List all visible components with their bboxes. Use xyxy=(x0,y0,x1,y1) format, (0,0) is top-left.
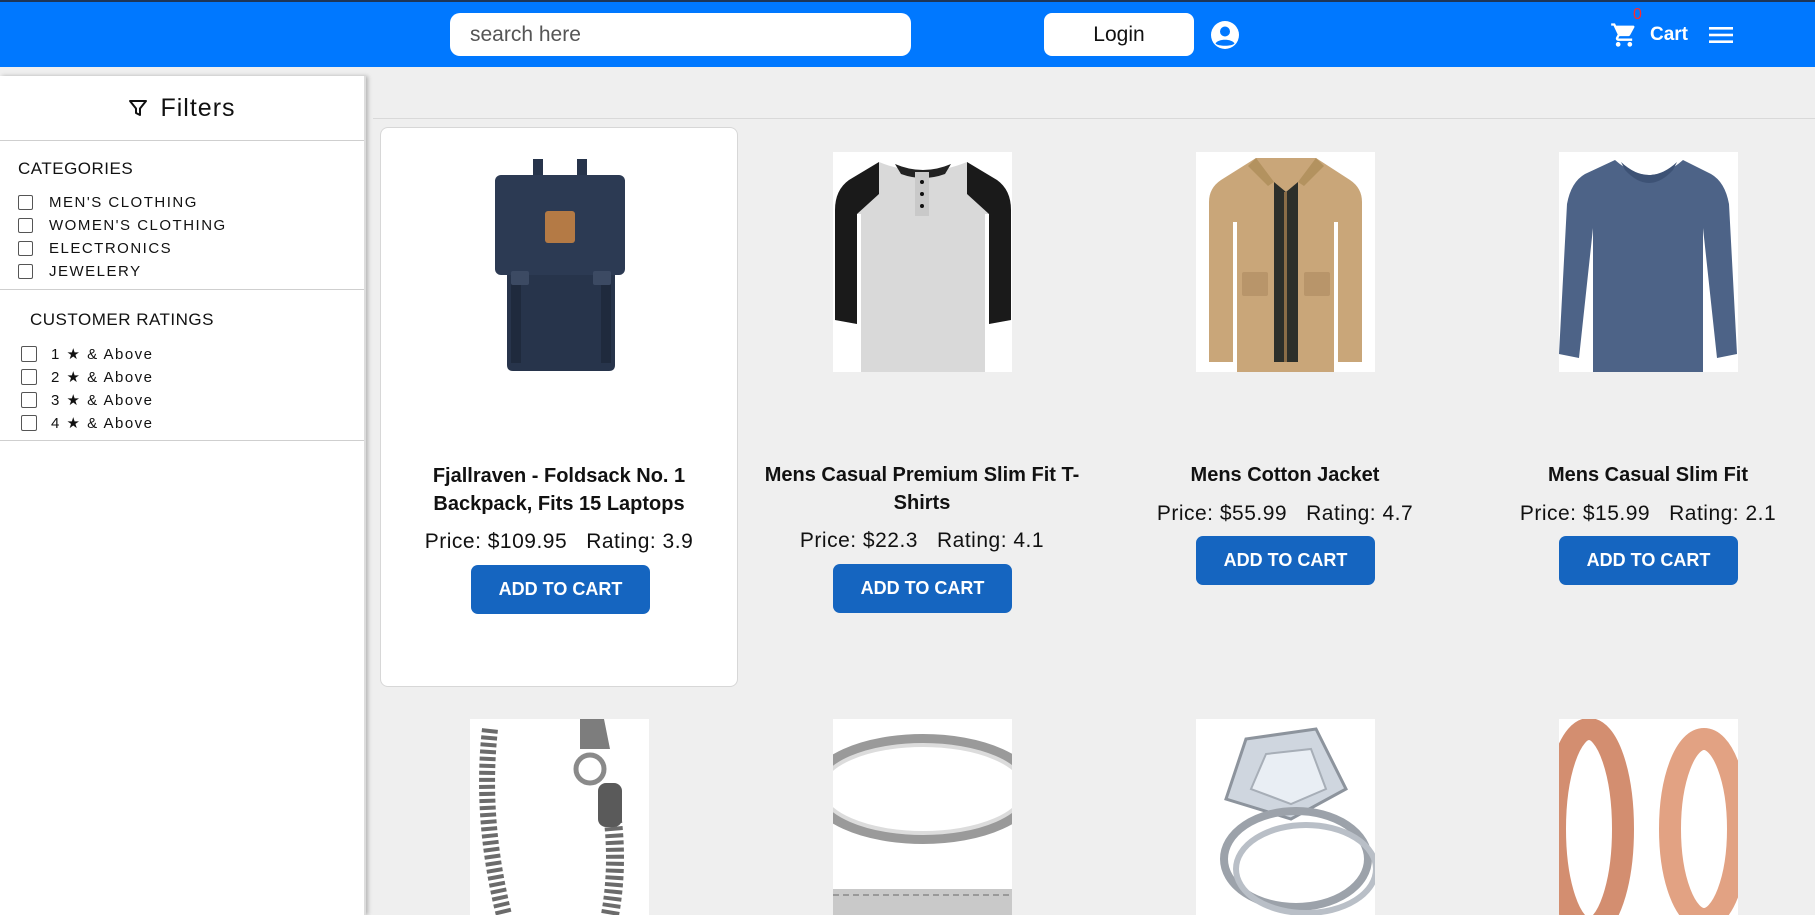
product-price: Price: $109.95 xyxy=(424,530,568,553)
product-image-ring[interactable] xyxy=(833,719,1012,915)
product-image-rose-gold-ring[interactable] xyxy=(1559,719,1738,915)
category-option-womens-clothing[interactable]: WOMEN'S CLOTHING xyxy=(0,214,364,237)
category-label: MEN'S CLOTHING xyxy=(49,194,198,211)
category-label: JEWELERY xyxy=(49,263,142,280)
category-option-jewelery[interactable]: JEWELERY xyxy=(0,260,364,283)
product-title: Mens Casual Slim Fit xyxy=(1547,464,1749,486)
product-rating: Rating: 4.7 xyxy=(1306,502,1414,525)
product-image-tshirt[interactable] xyxy=(833,152,1012,372)
product-card[interactable]: Mens Casual Slim Fit Price: $15.99 Ratin… xyxy=(1469,127,1815,687)
add-to-cart-button[interactable]: ADD TO CART xyxy=(471,565,650,614)
categories-section: CATEGORIES MEN'S CLOTHING WOMEN'S CLOTHI… xyxy=(0,141,364,290)
category-option-mens-clothing[interactable]: MEN'S CLOTHING xyxy=(0,191,364,214)
filter-icon xyxy=(129,100,148,116)
product-card[interactable]: Fjallraven - Foldsack No. 1 Backpack, Fi… xyxy=(380,127,738,687)
product-rating: Rating: 2.1 xyxy=(1669,502,1777,525)
product-price: Price: $22.3 xyxy=(799,529,918,552)
product-price: Price: $15.99 xyxy=(1519,502,1651,525)
user-account-icon[interactable] xyxy=(1210,20,1240,50)
search-input[interactable] xyxy=(450,13,911,56)
rating-label: 4 ★ & Above xyxy=(51,414,154,432)
login-button[interactable]: Login xyxy=(1044,13,1194,56)
filters-title: Filters xyxy=(160,93,236,122)
checkbox[interactable] xyxy=(18,218,33,233)
hamburger-menu-icon[interactable] xyxy=(1708,24,1734,46)
product-title: Mens Casual Premium Slim Fit T-Shirts xyxy=(764,464,1080,514)
product-image-diamond-ring[interactable] xyxy=(1196,719,1375,915)
rating-option-3[interactable]: 3 ★ & Above xyxy=(0,388,364,411)
category-label: ELECTRONICS xyxy=(49,240,173,257)
content-toolbar xyxy=(373,76,1815,119)
category-label: WOMEN'S CLOTHING xyxy=(49,217,227,234)
checkbox[interactable] xyxy=(21,345,37,362)
checkbox[interactable] xyxy=(21,391,37,408)
checkbox[interactable] xyxy=(18,241,33,256)
checkbox[interactable] xyxy=(18,264,33,279)
cart-count-badge: 0 xyxy=(1633,6,1642,23)
ratings-title: CUSTOMER RATINGS xyxy=(30,310,214,329)
category-option-electronics[interactable]: ELECTRONICS xyxy=(0,237,364,260)
rating-label: 3 ★ & Above xyxy=(51,391,154,409)
product-price-rating: Price: $15.99 Rating: 2.1 xyxy=(1469,502,1815,526)
rating-option-4[interactable]: 4 ★ & Above xyxy=(0,411,364,434)
filters-sidebar: Filters CATEGORIES MEN'S CLOTHING WOMEN'… xyxy=(0,76,366,915)
rating-label: 2 ★ & Above xyxy=(51,368,154,386)
checkbox[interactable] xyxy=(21,368,37,385)
categories-title: CATEGORIES xyxy=(18,159,134,178)
product-image-bracelet[interactable] xyxy=(470,719,649,915)
product-rating: Rating: 4.1 xyxy=(937,529,1045,552)
checkbox[interactable] xyxy=(18,195,33,210)
add-to-cart-button[interactable]: ADD TO CART xyxy=(833,564,1012,613)
product-card[interactable]: Mens Cotton Jacket Price: $55.99 Rating:… xyxy=(1106,127,1464,687)
product-price-rating: Price: $109.95 Rating: 3.9 xyxy=(381,530,737,554)
ratings-section: CUSTOMER RATINGS 1 ★ & Above 2 ★ & Above… xyxy=(0,290,364,441)
product-price-rating: Price: $55.99 Rating: 4.7 xyxy=(1106,502,1464,526)
product-title: Fjallraven - Foldsack No. 1 Backpack, Fi… xyxy=(432,465,686,515)
product-price-rating: Price: $22.3 Rating: 4.1 xyxy=(743,529,1101,553)
rating-option-1[interactable]: 1 ★ & Above xyxy=(0,342,364,365)
product-image-backpack[interactable] xyxy=(471,153,650,373)
rating-label: 1 ★ & Above xyxy=(51,345,154,363)
top-navbar: Login 0 Cart xyxy=(0,0,1815,67)
rating-option-2[interactable]: 2 ★ & Above xyxy=(0,365,364,388)
cart-link[interactable]: Cart xyxy=(1650,24,1688,46)
product-image-jacket[interactable] xyxy=(1196,152,1375,372)
add-to-cart-button[interactable]: ADD TO CART xyxy=(1196,536,1375,585)
checkbox[interactable] xyxy=(21,414,37,431)
add-to-cart-button[interactable]: ADD TO CART xyxy=(1559,536,1738,585)
product-rating: Rating: 3.9 xyxy=(586,530,694,553)
product-card[interactable]: Mens Casual Premium Slim Fit T-Shirts Pr… xyxy=(743,127,1101,687)
product-price: Price: $55.99 xyxy=(1156,502,1288,525)
product-image-longsleeve[interactable] xyxy=(1559,152,1738,372)
filters-header: Filters xyxy=(0,76,364,141)
product-title: Mens Cotton Jacket xyxy=(1190,464,1380,486)
cart-icon[interactable] xyxy=(1610,21,1638,49)
